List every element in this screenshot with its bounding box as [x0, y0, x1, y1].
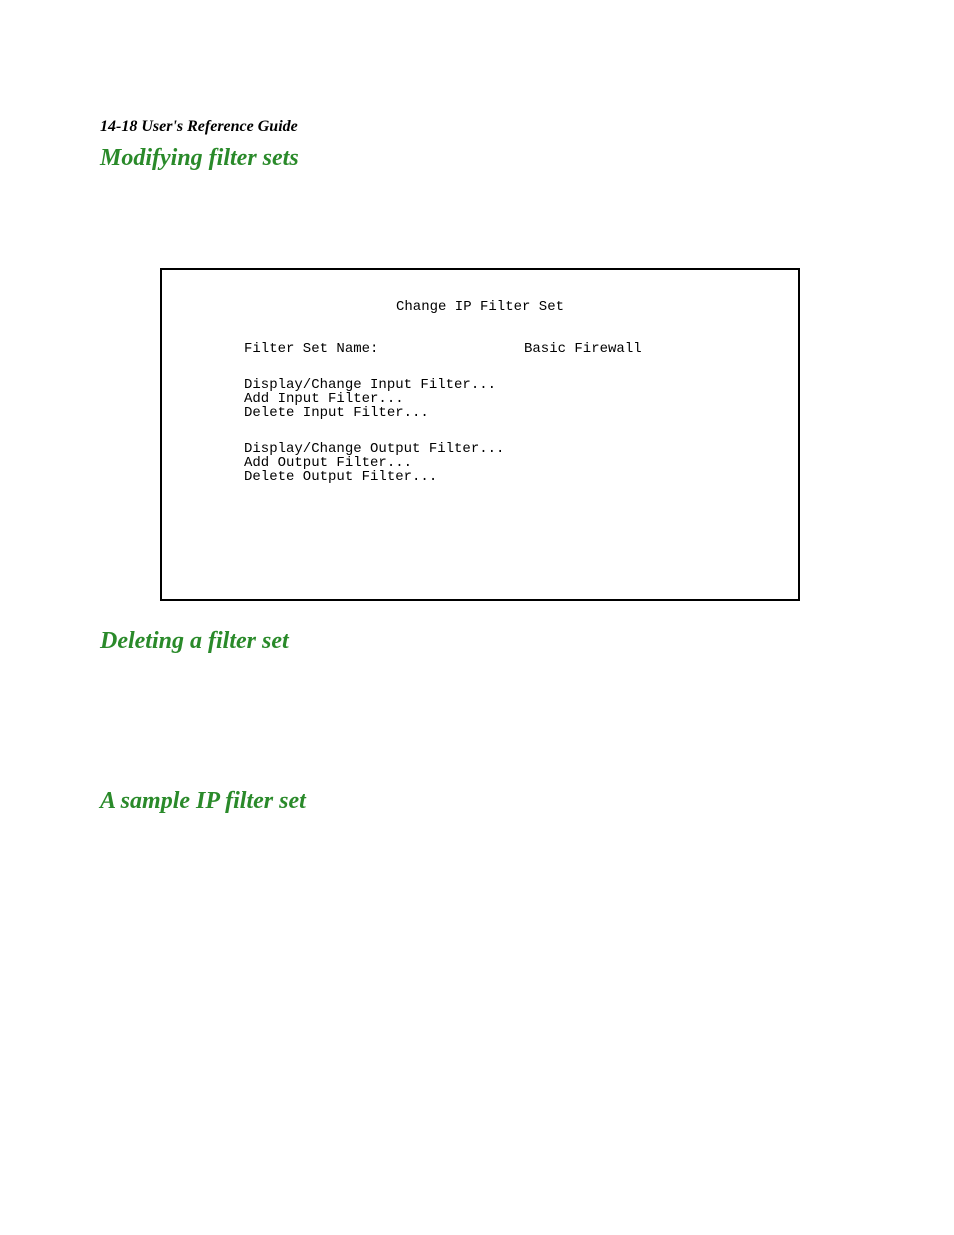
delete-output-filter[interactable]: Delete Output Filter... [244, 470, 768, 484]
page-header: 14-18 User's Reference Guide [100, 118, 298, 136]
output-filter-group: Display/Change Output Filter... Add Outp… [192, 442, 768, 484]
filter-set-name-row: Filter Set Name: Basic Firewall [244, 342, 768, 356]
input-filter-group: Display/Change Input Filter... Add Input… [192, 378, 768, 420]
heading-sample-ip-filter-set: A sample IP filter set [100, 788, 306, 815]
terminal-title: Change IP Filter Set [192, 300, 768, 314]
heading-deleting-filter-set: Deleting a filter set [100, 628, 289, 655]
add-input-filter[interactable]: Add Input Filter... [244, 392, 768, 406]
display-change-input-filter[interactable]: Display/Change Input Filter... [244, 378, 768, 392]
filter-set-name-value: Basic Firewall [524, 342, 768, 356]
heading-modifying-filter-sets: Modifying filter sets [100, 145, 299, 172]
terminal-screen: Change IP Filter Set Filter Set Name: Ba… [160, 268, 800, 601]
delete-input-filter[interactable]: Delete Input Filter... [244, 406, 768, 420]
filter-set-name-label: Filter Set Name: [244, 342, 524, 356]
add-output-filter[interactable]: Add Output Filter... [244, 456, 768, 470]
display-change-output-filter[interactable]: Display/Change Output Filter... [244, 442, 768, 456]
